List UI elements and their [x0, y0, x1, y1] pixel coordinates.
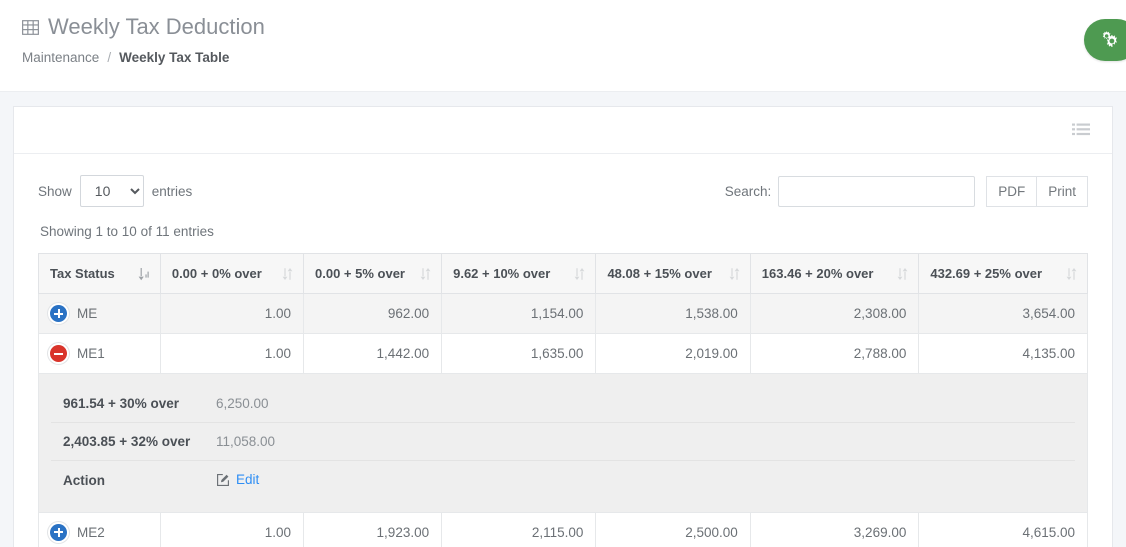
detail-content: 961.54 + 30% over 6,250.00 2,403.85 + 32…	[38, 373, 1088, 513]
export-button-group: PDF Print	[986, 175, 1088, 207]
edit-link[interactable]: Edit	[216, 472, 259, 487]
cell-value: 1.00	[159, 333, 305, 374]
column-header-label: Tax Status	[50, 266, 115, 281]
column-header-label: 432.69 + 25% over	[930, 266, 1043, 281]
search-input[interactable]	[778, 175, 976, 207]
cell-tax-status: ME1	[38, 333, 161, 374]
cell-value: 2,115.00	[441, 511, 597, 547]
detail-action-label: Action	[63, 473, 105, 489]
cell-value: 4,615.00	[918, 511, 1088, 547]
collapse-row-button[interactable]	[50, 345, 67, 362]
cell-value: 3,269.00	[749, 511, 920, 547]
cell-value: 1,923.00	[303, 511, 443, 547]
cell-value: 3,654.00	[918, 293, 1088, 334]
pdf-button[interactable]: PDF	[986, 175, 1038, 207]
cell-tax-status: ME	[38, 293, 161, 334]
expand-row-button[interactable]	[50, 523, 67, 541]
cell-value: 1,442.00	[303, 333, 443, 374]
table-info: Showing 1 to 10 of 11 entries	[40, 224, 214, 239]
cell-value: 2,788.00	[749, 333, 920, 374]
table-controls: Show 10 entries Search: PDF Print	[38, 170, 1088, 212]
table-row[interactable]: ME 1.00 962.00 1,154.00 1,538.00 2,308.0…	[38, 293, 1088, 334]
settings-button[interactable]	[1084, 19, 1126, 61]
print-button[interactable]: Print	[1037, 175, 1088, 207]
cell-tax-status: ME2	[38, 511, 161, 547]
column-header-label: 9.62 + 10% over	[453, 266, 551, 281]
tax-status-label: ME	[77, 306, 98, 321]
cell-value: 2,308.00	[749, 293, 920, 334]
breadcrumb-separator: /	[107, 50, 112, 66]
table-row[interactable]: ME1 1.00 1,442.00 1,635.00 2,019.00 2,78…	[38, 333, 1088, 374]
table-grid-icon	[22, 19, 39, 36]
sort-icon-active	[138, 267, 150, 281]
datatable-card: Show 10 entries Search: PDF Print Showin…	[13, 106, 1113, 547]
column-header-48-08-15-over[interactable]: 48.08 + 15% over	[595, 253, 751, 294]
sort-icon	[729, 267, 740, 281]
column-header-0-0-over[interactable]: 0.00 + 0% over	[159, 253, 305, 294]
tax-status-label: ME2	[77, 524, 105, 540]
breadcrumb-item-maintenance[interactable]: Maintenance	[22, 50, 99, 65]
row-detail-panel: 961.54 + 30% over 6,250.00 2,403.85 + 32…	[38, 373, 1088, 513]
breadcrumb: Maintenance / Weekly Tax Table	[0, 50, 1126, 65]
column-header-163-46-20-over[interactable]: 163.46 + 20% over	[749, 253, 920, 294]
detail-action-value: Edit	[204, 461, 1075, 501]
cell-value: 1.00	[159, 511, 305, 547]
column-header-label: 163.46 + 20% over	[761, 266, 874, 281]
detail-label: 961.54 + 30% over	[51, 385, 204, 423]
show-label: Show	[38, 183, 72, 199]
edit-link-label: Edit	[236, 472, 260, 487]
cell-value: 1,635.00	[441, 333, 597, 374]
cell-value: 1,154.00	[441, 293, 597, 334]
breadcrumb-item-current: Weekly Tax Table	[119, 50, 230, 66]
cell-value: 2,500.00	[595, 511, 751, 547]
sort-icon	[420, 267, 431, 281]
expand-row-button[interactable]	[50, 305, 67, 322]
cell-value: 1.00	[159, 293, 305, 334]
detail-label: 2,403.85 + 32% over	[51, 422, 204, 461]
column-header-9-62-10-over[interactable]: 9.62 + 10% over	[441, 253, 597, 294]
list-bullet-icon[interactable]	[1072, 123, 1090, 137]
cell-value: 962.00	[303, 293, 443, 334]
page-length-select[interactable]: 10	[79, 175, 144, 207]
gears-icon	[1100, 30, 1122, 50]
tax-status-label: ME1	[77, 346, 105, 361]
column-header-label: 0.00 + 0% over	[171, 266, 262, 281]
column-header-label: 0.00 + 5% over	[315, 266, 405, 281]
sort-icon	[282, 267, 293, 281]
table-row[interactable]: ME2 1.00 1,923.00 2,115.00 2,500.00 3,26…	[38, 511, 1088, 547]
column-header-432-69-25-over[interactable]: 432.69 + 25% over	[918, 253, 1088, 294]
search-label: Search:	[724, 183, 772, 199]
cell-value: 4,135.00	[918, 333, 1088, 374]
pencil-square-icon	[216, 473, 230, 487]
card-header	[14, 107, 1112, 154]
cell-value: 2,019.00	[595, 333, 751, 374]
sort-icon	[574, 267, 585, 281]
column-header-tax-status[interactable]: Tax Status	[38, 253, 161, 294]
page-title: Weekly Tax Deduction	[0, 14, 1126, 40]
card-body: Show 10 entries Search: PDF Print Showin…	[14, 154, 1112, 547]
column-header-0-5-over[interactable]: 0.00 + 5% over	[303, 253, 443, 294]
detail-value: 6,250.00	[204, 385, 1075, 423]
search-and-export: Search: PDF Print	[724, 175, 1088, 207]
column-header-label: 48.08 + 15% over	[607, 266, 712, 281]
sort-icon	[1066, 267, 1077, 281]
detail-row: 961.54 + 30% over 6,250.00	[51, 385, 1075, 423]
tax-table: Tax Status 0.00 + 0% over 0.00 + 5% over…	[38, 253, 1088, 547]
entries-label: entries	[151, 183, 193, 199]
page-length-control: Show 10 entries	[38, 175, 192, 207]
page-title-text: Weekly Tax Deduction	[48, 14, 265, 39]
detail-row-action: Action Edit	[51, 461, 1075, 501]
sort-icon	[897, 267, 908, 281]
table-header-row: Tax Status 0.00 + 0% over 0.00 + 5% over…	[38, 253, 1088, 294]
detail-row: 2,403.85 + 32% over 11,058.00	[51, 422, 1075, 461]
detail-value: 11,058.00	[204, 422, 1075, 461]
page-header: Weekly Tax Deduction Maintenance / Weekl…	[0, 0, 1126, 92]
cell-value: 1,538.00	[595, 293, 751, 334]
